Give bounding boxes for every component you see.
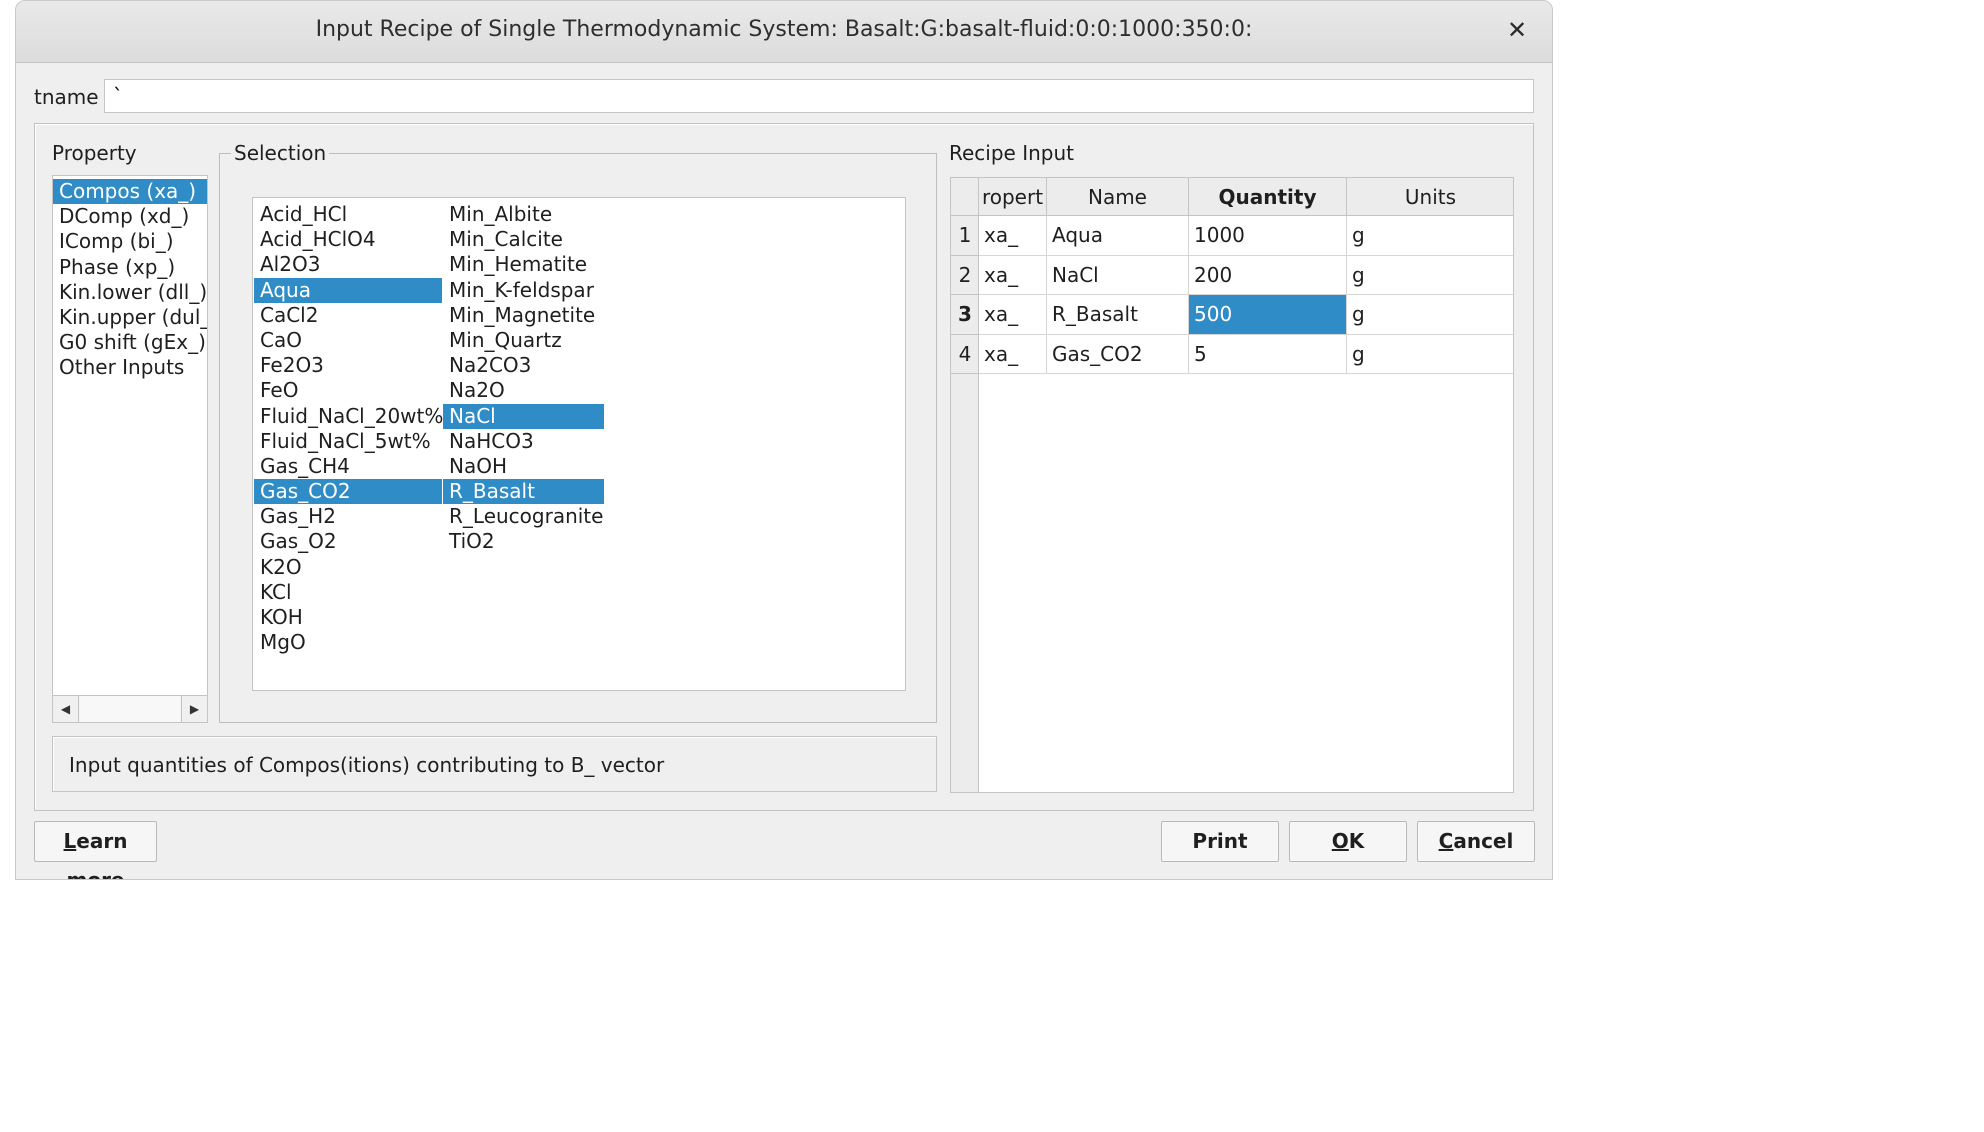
selection-item[interactable]: Min_K-feldspar bbox=[443, 278, 604, 303]
selection-item[interactable]: Gas_H2 bbox=[254, 504, 442, 529]
selection-item[interactable]: Min_Albite bbox=[443, 202, 604, 227]
cancel-button[interactable]: Cancel bbox=[1417, 821, 1535, 862]
selection-item[interactable]: Min_Calcite bbox=[443, 227, 604, 252]
selection-item[interactable]: CaO bbox=[254, 328, 442, 353]
cell-units[interactable]: g bbox=[1347, 295, 1513, 335]
learn-more-mnemonic: L bbox=[63, 829, 77, 853]
property-item[interactable]: DComp (xd_) bbox=[53, 204, 207, 229]
selection-item[interactable]: Fluid_NaCl_5wt% bbox=[254, 429, 442, 454]
property-item[interactable]: G0 shift (gEx_) bbox=[53, 330, 207, 355]
cell-name[interactable]: Aqua bbox=[1047, 216, 1189, 256]
selection-item[interactable]: NaOH bbox=[443, 454, 604, 479]
close-icon[interactable]: ✕ bbox=[1502, 15, 1532, 45]
selection-item[interactable]: MgO bbox=[254, 630, 442, 655]
ok-label: K bbox=[1348, 829, 1365, 853]
col-header-name[interactable]: Name bbox=[1047, 178, 1189, 216]
row-header[interactable]: 1 bbox=[951, 216, 979, 256]
property-list[interactable]: Compos (xa_) DComp (xd_) IComp (bi_) Phase … bbox=[52, 175, 208, 723]
selection-column-2: Min_Albite Min_Calcite Min_Hematite Min_K-f… bbox=[443, 202, 604, 555]
selection-item[interactable]: K2O bbox=[254, 555, 442, 580]
selection-item[interactable]: Na2CO3 bbox=[443, 353, 604, 378]
dialog-window: Input Recipe of Single Thermodynamic Sys… bbox=[15, 0, 1553, 880]
selection-item[interactable]: FeO bbox=[254, 378, 442, 403]
col-header-property[interactable]: ropert bbox=[979, 178, 1047, 216]
selection-item[interactable]: Fe2O3 bbox=[254, 353, 442, 378]
ok-button[interactable]: OK bbox=[1289, 821, 1407, 862]
cell-units[interactable]: g bbox=[1347, 255, 1513, 295]
selection-item[interactable]: R_Basalt bbox=[443, 479, 604, 505]
hint-box: Input quantities of Compos(itions) contr… bbox=[52, 736, 937, 792]
cancel-label: ancel bbox=[1453, 829, 1514, 853]
selection-item[interactable]: Gas_O2 bbox=[254, 529, 442, 554]
learn-more-label: earn more bbox=[66, 829, 128, 880]
cell-quantity[interactable]: 1000 bbox=[1189, 216, 1347, 256]
selection-item[interactable]: Fluid_NaCl_20wt% bbox=[254, 404, 443, 429]
cell-name[interactable]: NaCl bbox=[1047, 255, 1189, 295]
window-title: Input Recipe of Single Thermodynamic Sys… bbox=[315, 17, 1253, 42]
property-item[interactable]: Kin.upper (dul_) bbox=[53, 305, 207, 330]
cell-quantity[interactable]: 200 bbox=[1189, 255, 1347, 295]
col-header-quantity[interactable]: Quantity bbox=[1189, 178, 1347, 216]
cell-property[interactable]: xa_ bbox=[979, 255, 1047, 295]
selection-item[interactable]: NaHCO3 bbox=[443, 429, 604, 454]
selection-item[interactable]: CaCl2 bbox=[254, 303, 442, 328]
table-corner[interactable] bbox=[951, 178, 979, 216]
col-header-units[interactable]: Units bbox=[1347, 178, 1513, 216]
selection-item[interactable]: Aqua bbox=[254, 277, 442, 303]
selection-label: Selection bbox=[231, 141, 330, 165]
selection-item[interactable]: KCl bbox=[254, 580, 442, 605]
selection-item[interactable]: NaCl bbox=[443, 403, 604, 429]
recipe-table[interactable]: ropert Name Quantity Units 1 xa_ Aqua 1000 g… bbox=[950, 177, 1514, 793]
print-button[interactable]: Print bbox=[1161, 821, 1279, 862]
ok-mnemonic: O bbox=[1331, 829, 1349, 853]
selection-item[interactable]: Gas_CO2 bbox=[254, 479, 442, 505]
selection-item[interactable]: KOH bbox=[254, 605, 442, 630]
tname-input[interactable] bbox=[104, 79, 1534, 113]
selection-item[interactable]: Acid_HCl bbox=[254, 202, 442, 227]
cell-units[interactable]: g bbox=[1347, 216, 1513, 256]
selection-item[interactable]: R_Leucogranite bbox=[443, 504, 604, 529]
selection-column-1: Acid_HCl Acid_HClO4 Al2O3 Aqua CaCl2 CaO Fe2O3… bbox=[254, 202, 443, 655]
row-header[interactable]: 2 bbox=[951, 256, 979, 295]
property-label: Property bbox=[49, 141, 140, 165]
selection-item[interactable]: Min_Magnetite bbox=[443, 303, 604, 328]
selection-item[interactable]: Acid_HClO4 bbox=[254, 227, 442, 252]
row-header[interactable]: 3 bbox=[951, 295, 979, 335]
selection-item[interactable]: TiO2 bbox=[443, 529, 604, 554]
selection-item[interactable]: Al2O3 bbox=[254, 252, 442, 277]
property-item[interactable]: Other Inputs bbox=[53, 355, 207, 380]
property-item[interactable]: Kin.lower (dll_) bbox=[53, 280, 207, 305]
cell-name[interactable]: R_Basalt bbox=[1047, 295, 1189, 335]
property-item[interactable]: Phase (xp_) bbox=[53, 255, 207, 280]
row-header[interactable]: 4 bbox=[951, 335, 979, 374]
scroll-track[interactable] bbox=[80, 696, 180, 722]
scroll-right-icon[interactable]: ▶ bbox=[181, 696, 207, 722]
cell-quantity[interactable]: 5 bbox=[1189, 334, 1347, 374]
selection-item[interactable]: Min_Quartz bbox=[443, 328, 604, 353]
cell-name[interactable]: Gas_CO2 bbox=[1047, 334, 1189, 374]
cell-property[interactable]: xa_ bbox=[979, 295, 1047, 335]
property-hscrollbar[interactable]: ◀ ▶ bbox=[53, 695, 207, 722]
selection-item[interactable]: Gas_CH4 bbox=[254, 454, 442, 479]
cell-units[interactable]: g bbox=[1347, 334, 1513, 374]
property-item[interactable]: Compos (xa_) bbox=[53, 179, 207, 205]
selection-item[interactable]: Na2O bbox=[443, 378, 604, 403]
hint-text: Input quantities of Compos(itions) contr… bbox=[69, 753, 665, 777]
cell-property[interactable]: xa_ bbox=[979, 216, 1047, 256]
cell-quantity[interactable]: 500 bbox=[1189, 295, 1347, 335]
title-bar: Input Recipe of Single Thermodynamic Sys… bbox=[16, 1, 1552, 63]
scroll-left-icon[interactable]: ◀ bbox=[53, 696, 79, 722]
cell-property[interactable]: xa_ bbox=[979, 334, 1047, 374]
tname-label: tname bbox=[34, 85, 99, 109]
selection-item[interactable]: Min_Hematite bbox=[443, 252, 604, 277]
selection-list[interactable]: Acid_HCl Acid_HClO4 Al2O3 Aqua CaCl2 CaO Fe2O3… bbox=[252, 197, 906, 691]
learn-more-button[interactable]: Learn more bbox=[34, 821, 157, 879]
cancel-mnemonic: C bbox=[1438, 829, 1454, 853]
property-item[interactable]: IComp (bi_) bbox=[53, 229, 207, 254]
recipe-input-label: Recipe Input bbox=[946, 141, 1077, 165]
